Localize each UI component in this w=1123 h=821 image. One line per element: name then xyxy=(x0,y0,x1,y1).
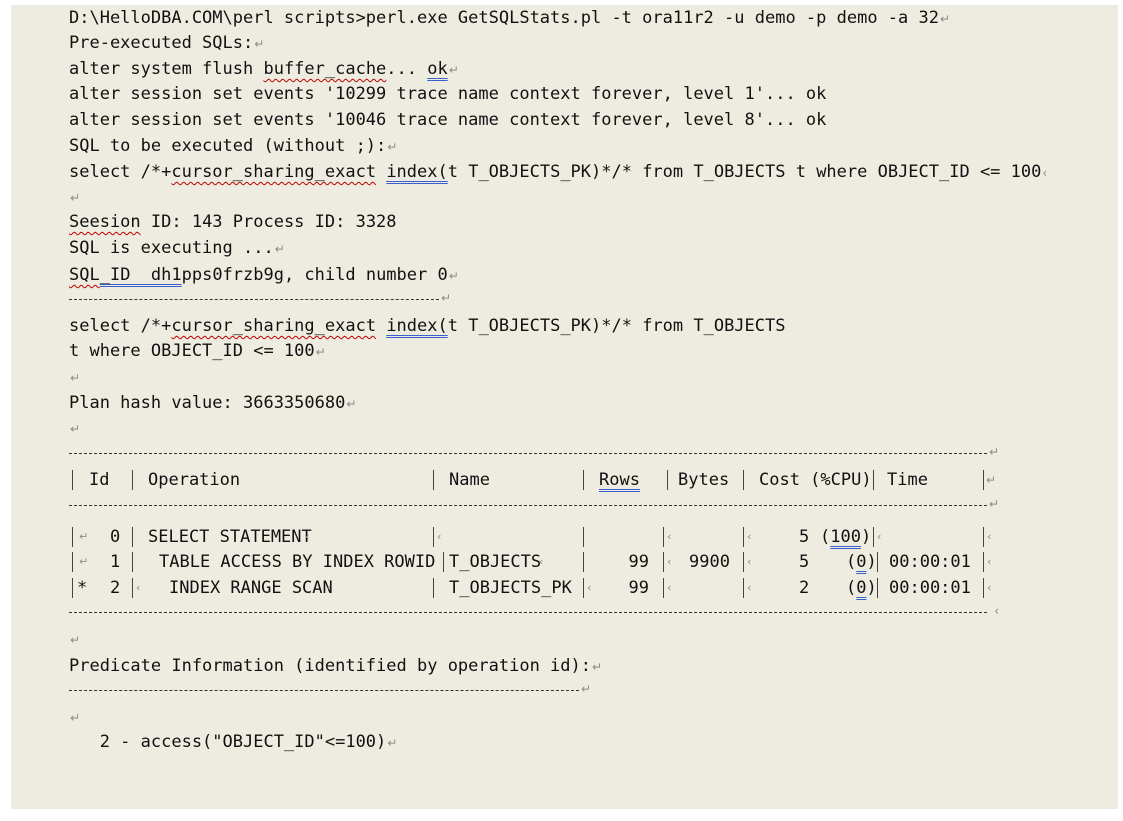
empty-paragraph: ↵ xyxy=(70,191,81,205)
plan-row-0: ↵ 0 SELECT STATEMENT ‹ ‹ ‹ ‹ 5 (100) ‹ ‹ xyxy=(69,525,999,549)
plan-row-1: ↵ 1 TABLE ACCESS BY INDEX ROWID T_OBJECT… xyxy=(69,550,999,574)
event-10299-line: alter session set events '10299 trace na… xyxy=(69,84,827,104)
plan-table-top-border: ↵ xyxy=(69,445,999,459)
predicate-heading: Predicate Information (identified by ope… xyxy=(69,656,603,676)
empty-paragraph: ↵ xyxy=(70,633,81,647)
header-bytes: Bytes xyxy=(678,470,730,490)
access-predicate-line: 2 - access("OBJECT_ID"<=100)↵ xyxy=(69,732,398,752)
empty-paragraph: ↵ xyxy=(70,422,81,436)
sql-to-execute-heading: SQL to be executed (without ;):↵ xyxy=(69,136,398,156)
header-operation: Operation xyxy=(148,470,241,490)
separator-short: ↵ xyxy=(69,291,451,305)
select-statement-line-2-cont: t where OBJECT_ID <= 100↵ xyxy=(69,341,326,361)
command-line: D:\HelloDBA.COM\perl scripts>perl.exe Ge… xyxy=(69,8,951,28)
header-rows: Rows xyxy=(599,470,640,490)
plan-hash-line: Plan hash value: 3663350680↵ xyxy=(69,393,357,413)
predicate-separator: ↵ xyxy=(69,682,591,696)
select-statement-line-2: select /*+cursor_sharing_exact index(t T… xyxy=(69,316,786,336)
header-id: Id xyxy=(89,470,110,490)
plan-table-header-border: ↵ xyxy=(69,497,999,511)
plan-table-bottom-border: ‹ xyxy=(69,604,999,618)
pre-executed-heading: Pre-executed SQLs:↵ xyxy=(69,33,265,53)
session-info-line: Seesion ID: 143 Process ID: 3328 xyxy=(69,212,397,232)
header-name: Name xyxy=(449,470,490,490)
empty-paragraph: ↵ xyxy=(70,371,81,385)
select-statement-line: select /*+cursor_sharing_exact index(t T… xyxy=(69,162,1048,182)
empty-paragraph: ↵ xyxy=(70,711,81,725)
plan-table-header: Id Operation Name Rows Bytes Cost (%CPU)… xyxy=(69,468,999,492)
sql-id-line: SQL_ID dh1pps0frzb9g, child number 0↵ xyxy=(69,265,459,285)
plan-row-2: * 2 ‹ INDEX RANGE SCAN ‹ T_OBJECTS_PK ‹ 9… xyxy=(69,576,999,600)
executing-line: SQL is executing ...↵ xyxy=(69,238,285,258)
header-time: Time xyxy=(887,470,928,490)
event-10046-line: alter session set events '10046 trace na… xyxy=(69,110,827,130)
flush-line: alter system flush buffer_cache... ok↵ xyxy=(69,59,459,79)
header-cost: Cost (%CPU) xyxy=(759,470,872,490)
